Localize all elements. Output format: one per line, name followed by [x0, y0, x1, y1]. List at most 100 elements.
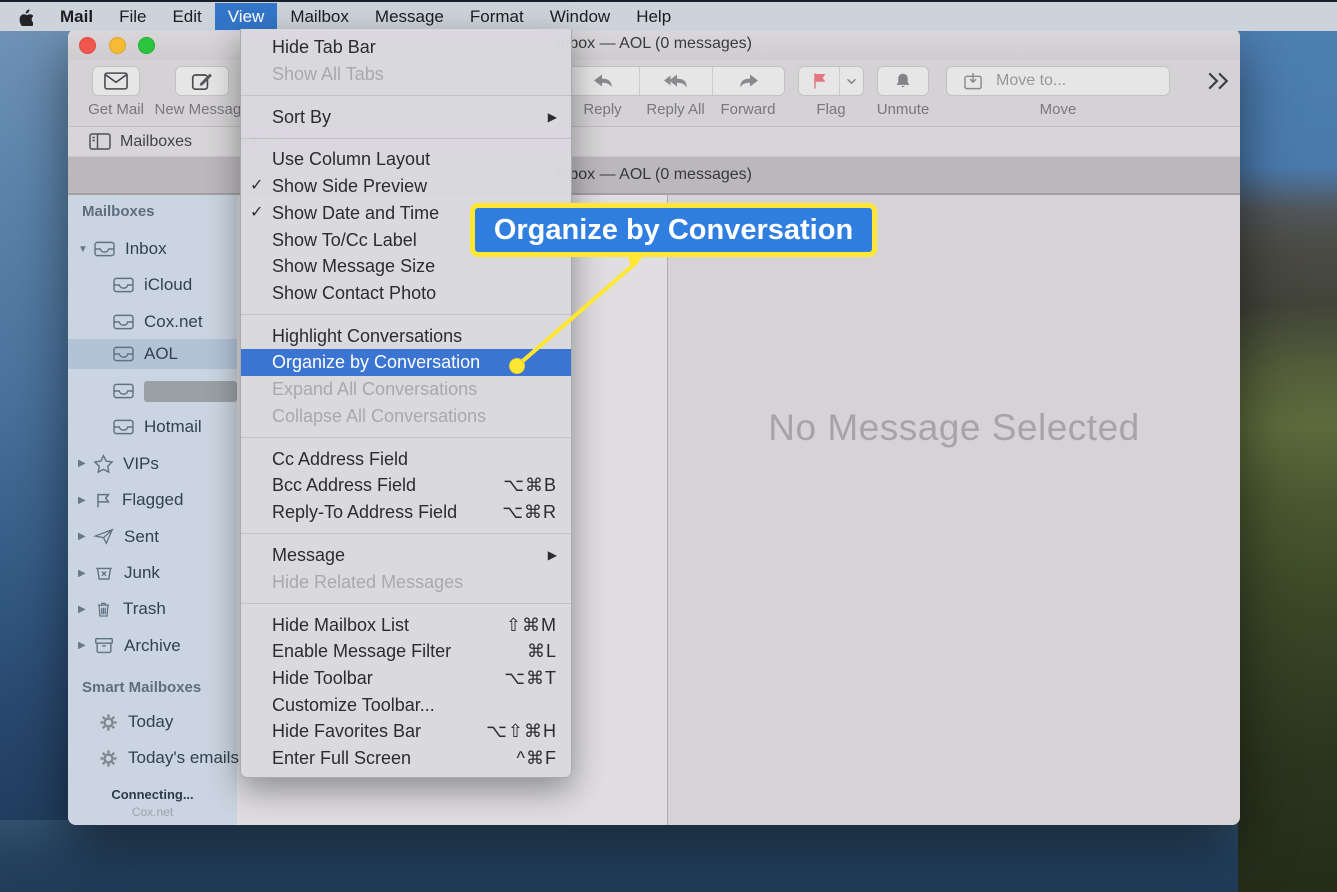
sidebar-item-archive[interactable]: ▶Archive — [68, 631, 237, 661]
unmute-button[interactable] — [877, 66, 929, 96]
sidebar-item-sent[interactable]: ▶Sent — [68, 522, 237, 552]
menu-item-hide-favorites-bar[interactable]: Hide Favorites Bar⌥⇧⌘H — [241, 718, 571, 745]
menu-item-cc-address-field[interactable]: Cc Address Field — [241, 446, 571, 473]
sidebar-item-cox-net[interactable]: Cox.net — [68, 307, 237, 337]
sidebar-item-junk[interactable]: ▶Junk — [68, 558, 237, 588]
menubar-item-file[interactable]: File — [106, 3, 159, 30]
menu-item-label: Show All Tabs — [272, 61, 384, 88]
menu-separator — [241, 533, 571, 534]
menu-item-show-side-preview[interactable]: Show Side Preview — [241, 173, 571, 200]
menubar-item-mail[interactable]: Mail — [47, 3, 106, 30]
screenshot-stage: MailFileEditViewMailboxMessageFormatWind… — [0, 0, 1337, 892]
menubar-item-window[interactable]: Window — [537, 3, 623, 30]
menu-separator — [241, 138, 571, 139]
apple-menu[interactable] — [0, 8, 47, 26]
inner-window-title: Inbox — AOL (0 messages) — [556, 166, 752, 184]
menu-item-shortcut: ⌥⇧⌘H — [486, 718, 557, 745]
menu-item-hide-toolbar[interactable]: Hide Toolbar⌥⌘T — [241, 665, 571, 692]
reply-button[interactable] — [567, 67, 639, 95]
disclosure-closed-icon[interactable]: ▶ — [78, 495, 93, 506]
menu-item-label: Hide Mailbox List — [272, 612, 409, 639]
menubar-item-help[interactable]: Help — [623, 3, 684, 30]
flag-button[interactable] — [799, 67, 839, 95]
menu-item-enter-full-screen[interactable]: Enter Full Screen^⌘F — [241, 745, 571, 772]
menubar-item-message[interactable]: Message — [362, 3, 457, 30]
sidebar-item-icloud[interactable]: iCloud — [68, 270, 237, 300]
menu-item-show-contact-photo[interactable]: Show Contact Photo — [241, 280, 571, 307]
flag-label: Flag — [798, 101, 864, 118]
sidebar-item-hotmail[interactable]: Hotmail — [68, 412, 237, 442]
view-dropdown-menu: Hide Tab BarShow All Tabs Sort By▶ Use Col… — [240, 29, 572, 778]
sidebar-item-today-s-emails[interactable]: Today's emails — [68, 743, 237, 773]
sidebar-item-flagged[interactable]: ▶Flagged — [68, 485, 237, 515]
forward-button[interactable] — [712, 67, 784, 95]
menu-item-message[interactable]: Message▶ — [241, 542, 571, 569]
reply-all-arrow-icon — [661, 71, 691, 91]
compose-icon — [190, 70, 214, 92]
menubar-item-edit[interactable]: Edit — [159, 3, 214, 30]
apple-logo-icon — [18, 8, 33, 26]
disclosure-closed-icon[interactable]: ▶ — [78, 531, 93, 542]
bell-icon — [893, 72, 913, 91]
menubar-item-format[interactable]: Format — [457, 3, 537, 30]
sidebar-header-mailboxes: Mailboxes — [82, 203, 155, 220]
sidebar-item-label: VIPs — [123, 454, 159, 474]
menu-separator — [241, 95, 571, 96]
menu-item-customize-toolbar[interactable]: Customize Toolbar... — [241, 692, 571, 719]
disclosure-closed-icon[interactable]: ▶ — [78, 604, 93, 615]
zoom-window-button[interactable] — [138, 37, 155, 54]
menu-item-label: Show Message Size — [272, 253, 435, 280]
menu-item-use-column-layout[interactable]: Use Column Layout — [241, 146, 571, 173]
menu-item-label: Collapse All Conversations — [272, 403, 486, 430]
get-mail-label: Get Mail — [88, 101, 144, 118]
desktop-wallpaper-ocean — [0, 820, 1337, 892]
menu-item-highlight-conversations[interactable]: Highlight Conversations — [241, 323, 571, 350]
menubar-item-mailbox[interactable]: Mailbox — [277, 3, 362, 30]
menu-item-sort-by[interactable]: Sort By▶ — [241, 104, 571, 131]
move-to-tray-icon — [963, 72, 984, 91]
disclosure-closed-icon[interactable]: ▶ — [78, 458, 93, 469]
menu-item-show-message-size[interactable]: Show Message Size — [241, 253, 571, 280]
new-message-label: New Message — [154, 101, 249, 118]
move-to-button[interactable]: Move to... — [946, 66, 1170, 96]
menu-item-reply-to-address-field[interactable]: Reply-To Address Field⌥⌘R — [241, 499, 571, 526]
menu-separator — [241, 603, 571, 604]
sidebar-item-label: iCloud — [144, 275, 192, 295]
inbox-icon — [112, 418, 135, 436]
minimize-window-button[interactable] — [109, 37, 126, 54]
sidebar-item-today[interactable]: Today — [68, 707, 237, 737]
disclosure-closed-icon[interactable]: ▶ — [78, 568, 93, 579]
sidebar-item-label: Today's emails — [128, 748, 239, 768]
disclosure-open-icon[interactable]: ▼ — [78, 244, 93, 255]
toolbar-overflow-button[interactable] — [1206, 66, 1230, 96]
sidebar-item-vips[interactable]: ▶ VIPs — [68, 449, 237, 479]
close-window-button[interactable] — [79, 37, 96, 54]
menubar-items: MailFileEditViewMailboxMessageFormatWind… — [47, 2, 684, 31]
flag-dropdown-button[interactable] — [839, 67, 863, 95]
disclosure-closed-icon[interactable]: ▶ — [78, 640, 93, 651]
sidebar-item-aol[interactable]: AOL — [68, 339, 237, 369]
sidebar-item-redacted[interactable] — [68, 376, 237, 406]
new-message-group: New Message — [168, 66, 236, 118]
mailboxes-toggle[interactable]: Mailboxes — [88, 132, 192, 151]
menu-item-label: Show Contact Photo — [272, 280, 436, 307]
callout-box: Organize by Conversation — [470, 203, 877, 257]
unmute-label: Unmute — [877, 101, 930, 118]
menu-item-enable-message-filter[interactable]: Enable Message Filter⌘L — [241, 638, 571, 665]
menu-item-bcc-address-field[interactable]: Bcc Address Field⌥⌘B — [241, 472, 571, 499]
get-mail-button[interactable] — [92, 66, 140, 96]
inbox-icon — [112, 345, 135, 363]
menu-separator — [241, 437, 571, 438]
menu-item-hide-mailbox-list[interactable]: Hide Mailbox List⇧⌘M — [241, 612, 571, 639]
new-message-button[interactable] — [175, 66, 229, 96]
reply-all-button[interactable] — [639, 67, 712, 95]
connection-status: Connecting... — [68, 787, 237, 802]
menubar-item-view[interactable]: View — [215, 3, 278, 30]
window-title: Inbox — AOL (0 messages) — [556, 35, 752, 53]
sidebar-item-inbox[interactable]: ▼Inbox — [68, 234, 237, 264]
menu-item-hide-tab-bar[interactable]: Hide Tab Bar — [241, 34, 571, 61]
menu-item-label: Hide Related Messages — [272, 569, 463, 596]
sidebar-item-trash[interactable]: ▶Trash — [68, 594, 237, 624]
menu-item-label: Show Side Preview — [272, 173, 427, 200]
menu-item-collapse-all-conversations: Collapse All Conversations — [241, 403, 571, 430]
